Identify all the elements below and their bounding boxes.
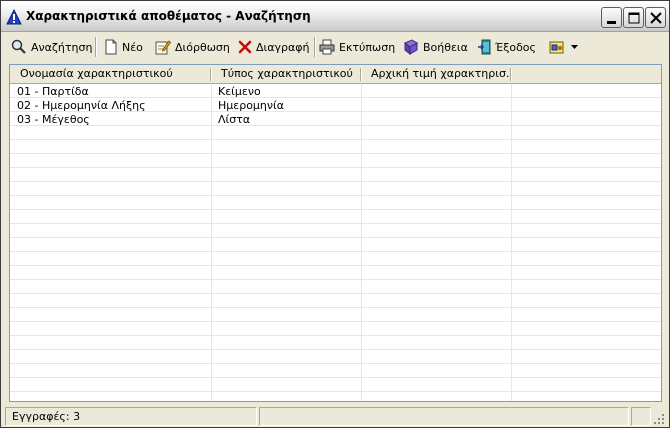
exit-door-icon xyxy=(478,39,491,55)
maximize-icon xyxy=(628,12,640,24)
exit-button[interactable]: Έξοδος xyxy=(477,36,536,58)
cell-type: Ημερομηνία xyxy=(218,99,285,112)
edit-button-label: Διόρθωση xyxy=(175,40,230,54)
minimize-icon xyxy=(607,21,616,24)
table-row[interactable]: 03 - Μέγεθος Λίστα xyxy=(10,113,661,127)
column-gridline xyxy=(211,84,212,401)
cell-initial-value xyxy=(361,113,511,127)
help-button[interactable]: Βοήθεια xyxy=(403,36,468,58)
status-pane-message xyxy=(259,407,629,426)
cell-name: 02 - Ημερομηνία Λήξης xyxy=(17,99,146,112)
edit-pencil-icon xyxy=(155,40,171,55)
new-button-label: Νέο xyxy=(122,40,143,54)
table-row[interactable]: 02 - Ημερομηνία Λήξης Ημερομηνία xyxy=(10,99,661,113)
results-grid[interactable]: Ονομασία χαρακτηριστικού Τύπος χαρακτηρι… xyxy=(9,64,662,402)
maximize-button[interactable] xyxy=(623,7,644,28)
cell-name: 01 - Παρτίδα xyxy=(17,85,89,98)
column-header-type[interactable]: Τύπος χαρακτηριστικού xyxy=(211,65,360,83)
status-bar: Εγγραφές: 3 xyxy=(3,405,667,427)
delete-button[interactable]: Διαγραφή xyxy=(238,36,309,58)
column-gridline xyxy=(511,84,512,401)
delete-button-label: Διαγραφή xyxy=(256,40,310,54)
column-header-name[interactable]: Ονομασία χαρακτηριστικού xyxy=(10,65,210,83)
cell-name: 03 - Μέγεθος xyxy=(17,113,90,126)
status-pane-extra xyxy=(631,407,651,426)
search-button[interactable]: Αναζήτηση xyxy=(11,36,92,58)
table-row[interactable]: 01 - Παρτίδα Κείμενο xyxy=(10,85,661,99)
options-dropdown-button[interactable] xyxy=(549,36,578,58)
warning-triangle-icon xyxy=(6,9,22,25)
search-button-label: Αναζήτηση xyxy=(31,40,93,54)
print-button-label: Εκτύπωση xyxy=(339,40,396,54)
delete-x-icon xyxy=(238,40,252,54)
database-settings-icon xyxy=(549,41,564,54)
exit-button-label: Έξοδος xyxy=(495,40,536,54)
close-button[interactable] xyxy=(645,7,666,28)
print-button[interactable]: Εκτύπωση xyxy=(319,36,395,58)
window-title: Χαρακτηριστικά αποθέματος - Αναζήτηση xyxy=(26,9,311,23)
toolbar: Αναζήτηση Νέο Διόρθωση Διαγραφή Εκτύπωση… xyxy=(3,34,667,60)
app-window: Χαρακτηριστικά αποθέματος - Αναζήτηση Αν… xyxy=(0,0,670,428)
close-icon xyxy=(650,12,662,24)
new-document-icon xyxy=(105,39,117,55)
printer-icon xyxy=(319,39,335,55)
toolbar-separator xyxy=(95,37,97,57)
edit-button[interactable]: Διόρθωση xyxy=(155,36,230,58)
help-book-icon xyxy=(404,39,418,55)
help-button-label: Βοήθεια xyxy=(423,40,468,54)
new-button[interactable]: Νέο xyxy=(104,36,143,58)
toolbar-separator xyxy=(314,37,316,57)
record-count: Εγγραφές: 3 xyxy=(5,407,257,426)
column-divider[interactable] xyxy=(510,68,511,81)
cell-initial-value xyxy=(361,85,511,99)
resize-grip-icon[interactable] xyxy=(653,413,665,425)
grid-body xyxy=(10,84,661,401)
column-gridline xyxy=(361,84,362,401)
cell-initial-value xyxy=(361,99,511,113)
grid-header: Ονομασία χαρακτηριστικού Τύπος χαρακτηρι… xyxy=(10,65,661,84)
cell-type: Λίστα xyxy=(218,113,251,126)
cell-type: Κείμενο xyxy=(218,85,261,98)
column-header-initial-value[interactable]: Αρχική τιμή χαρακτηρισ... xyxy=(361,65,510,83)
chevron-down-icon xyxy=(571,45,578,49)
minimize-button[interactable] xyxy=(601,7,622,28)
magnifier-icon xyxy=(11,39,26,54)
title-bar[interactable]: Χαρακτηριστικά αποθέματος - Αναζήτηση xyxy=(1,1,669,32)
